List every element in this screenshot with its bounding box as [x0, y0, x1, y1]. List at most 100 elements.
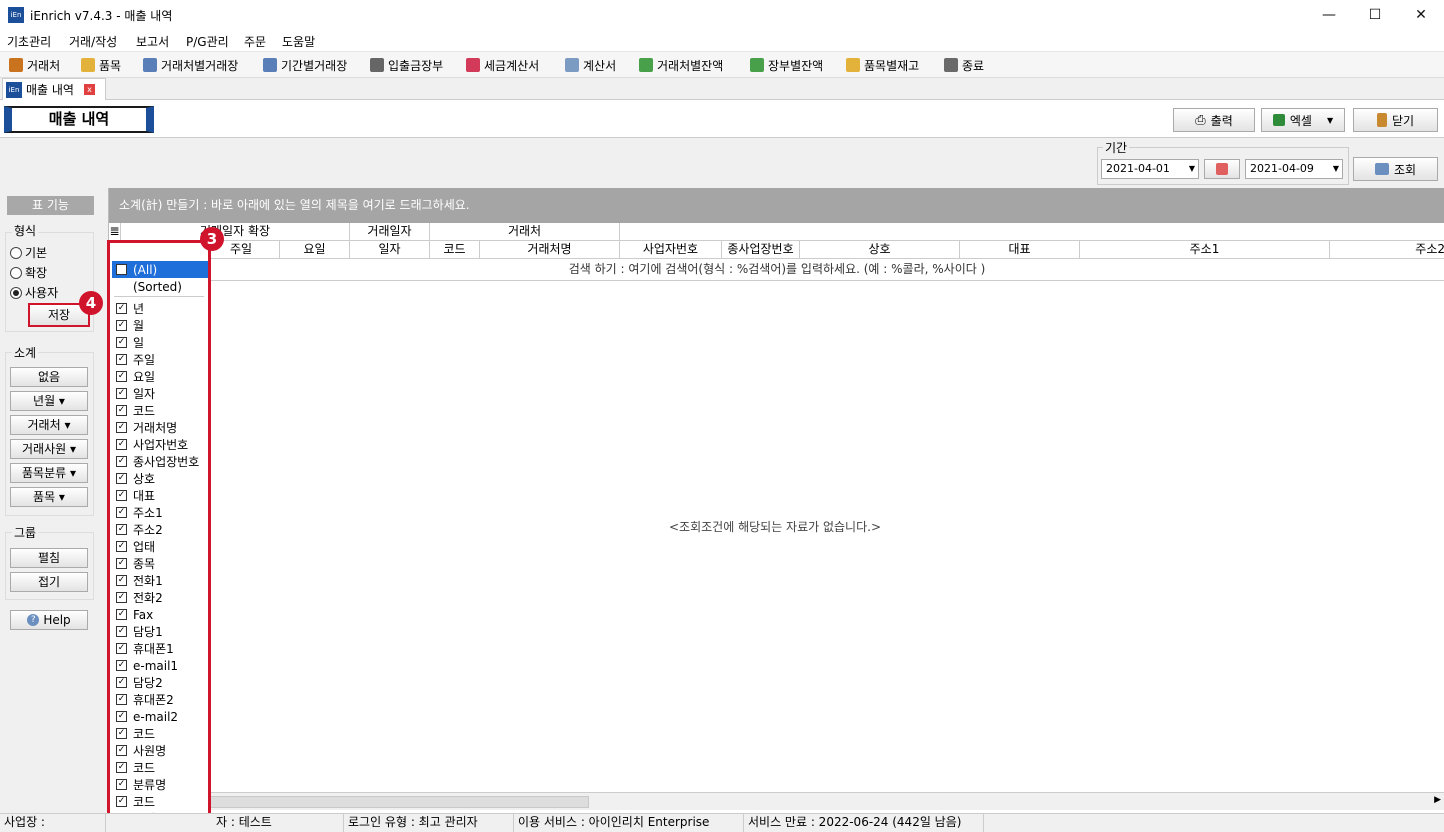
chooser-item[interactable]: ✓ Fax: [112, 606, 208, 623]
chooser-sorted[interactable]: (Sorted): [112, 278, 208, 295]
chooser-item[interactable]: ✓ e-mail2: [112, 708, 208, 725]
date-from-field[interactable]: 2021-04-01 ▼: [1101, 159, 1199, 179]
toolbar-client-button[interactable]: 거래처: [9, 56, 60, 74]
col-client-name[interactable]: 거래처명: [480, 241, 620, 259]
print-button[interactable]: ⎙ 출력: [1173, 108, 1255, 132]
excel-button[interactable]: 엑셀 ▼: [1261, 108, 1345, 132]
close-window-button[interactable]: ✕: [1398, 0, 1444, 30]
chooser-item[interactable]: ✓ 휴대폰1: [112, 640, 208, 657]
toolbar-period-ledger-button[interactable]: 기간별거래장: [263, 56, 347, 74]
toolbar-exit-button[interactable]: 종료: [944, 56, 984, 74]
side-panel: 표 기능 형식 기본 확장 사용자 저장 4 소계 없음 년월 ▾ 거래처 ▾ …: [2, 188, 103, 813]
horizontal-scrollbar[interactable]: ▶: [109, 792, 1444, 810]
chooser-item[interactable]: ✓ 코드: [112, 759, 208, 776]
chooser-item[interactable]: ✓ 종사업장번호: [112, 453, 208, 470]
subtotal-category-button[interactable]: 품목분류 ▾: [10, 463, 88, 483]
chooser-item[interactable]: ✓ 주소1: [112, 504, 208, 521]
chooser-item[interactable]: ✓ 담당2: [112, 674, 208, 691]
toolbar: 거래처 품목 거래처별거래장 기간별거래장 입출금장부 세금계산서 계산서 거래…: [0, 52, 1444, 78]
chooser-item[interactable]: ✓ 전화1: [112, 572, 208, 589]
table-function-header: 표 기능: [7, 196, 94, 215]
collapse-button[interactable]: 접기: [10, 572, 88, 592]
col-sub-business-number[interactable]: 종사업장번호: [722, 241, 800, 259]
chooser-item[interactable]: ✓ 상호: [112, 470, 208, 487]
subtotal-yearmonth-button[interactable]: 년월 ▾: [10, 391, 88, 411]
col-trade-name[interactable]: 상호: [800, 241, 960, 259]
radio-user[interactable]: 사용자: [10, 284, 58, 301]
chooser-item[interactable]: ✓ 담당1: [112, 623, 208, 640]
chooser-all[interactable]: ✓ (All): [112, 261, 208, 278]
subtotal-client-button[interactable]: 거래처 ▾: [10, 415, 88, 435]
minimize-button[interactable]: —: [1306, 0, 1352, 30]
chooser-item[interactable]: ✓ 분류명: [112, 776, 208, 793]
tab-sales-history[interactable]: iEn 매출 내역 x: [2, 78, 106, 100]
radio-basic[interactable]: 기본: [10, 244, 47, 261]
menu-trade[interactable]: 거래/작성: [69, 33, 117, 50]
chooser-item[interactable]: ✓ 주소2: [112, 521, 208, 538]
menu-pg[interactable]: P/G관리: [186, 33, 229, 50]
chooser-item[interactable]: ✓ 코드: [112, 793, 208, 810]
col-weekday[interactable]: 요일: [280, 241, 350, 259]
col-code[interactable]: 코드: [430, 241, 480, 259]
chooser-item[interactable]: ✓ 종목: [112, 555, 208, 572]
grid-search-row[interactable]: 검색 하기 : 여기에 검색어(형식 : %검색어)를 입력하세요. (예 : …: [109, 259, 1444, 281]
tab-close-icon[interactable]: x: [83, 84, 95, 95]
col-date[interactable]: 일자: [350, 241, 430, 259]
chooser-item-label: 년: [133, 302, 145, 316]
chooser-item[interactable]: ✓ 일자: [112, 385, 208, 402]
band-client[interactable]: 거래처: [430, 223, 620, 241]
toolbar-stock-button[interactable]: 품목별재고: [846, 56, 919, 74]
toolbar-client-balance-button[interactable]: 거래처별잔액: [639, 56, 723, 74]
money-icon: [639, 58, 653, 72]
expand-button[interactable]: 펼침: [10, 548, 88, 568]
chooser-item[interactable]: ✓ 사원명: [112, 742, 208, 759]
menu-report[interactable]: 보고서: [136, 33, 169, 50]
search-button[interactable]: 조회: [1353, 157, 1438, 181]
band-date[interactable]: 거래일자: [350, 223, 430, 241]
group-by-bar[interactable]: 소계(計) 만들기 : 바로 아래에 있는 열의 제목을 여기로 드래그하세요.: [109, 188, 1444, 223]
menu-help[interactable]: 도움말: [282, 33, 315, 50]
band-date-expand[interactable]: 거래일자 확장: [121, 223, 350, 241]
chooser-item[interactable]: ✓ 일: [112, 334, 208, 351]
col-business-number[interactable]: 사업자번호: [620, 241, 722, 259]
chooser-item[interactable]: ✓ 사업자번호: [112, 436, 208, 453]
col-representative[interactable]: 대표: [960, 241, 1080, 259]
chooser-item[interactable]: ✓ 휴대폰2: [112, 691, 208, 708]
calendar-button[interactable]: [1204, 159, 1240, 179]
toolbar-book-balance-button[interactable]: 장부별잔액: [750, 56, 823, 74]
chooser-item[interactable]: ✓ 전화2: [112, 589, 208, 606]
chooser-item[interactable]: ✓ 거래처명: [112, 419, 208, 436]
subtotal-staff-button[interactable]: 거래사원 ▾: [10, 439, 88, 459]
toolbar-client-ledger-button[interactable]: 거래처별거래장: [143, 56, 238, 74]
toolbar-tax-invoice-button[interactable]: 세금계산서: [466, 56, 539, 74]
chooser-item[interactable]: ✓ 년: [112, 300, 208, 317]
subtotal-item-button[interactable]: 품목 ▾: [10, 487, 88, 507]
toolbar-bill-button[interactable]: 계산서: [565, 56, 616, 74]
scroll-right-icon[interactable]: ▶: [1434, 795, 1441, 805]
chooser-item[interactable]: ✓ 요일: [112, 368, 208, 385]
help-button[interactable]: ? Help: [10, 610, 88, 630]
chooser-item[interactable]: ✓ 주일: [112, 351, 208, 368]
chooser-item[interactable]: ✓ e-mail1: [112, 657, 208, 674]
chooser-item[interactable]: ✓ 대표: [112, 487, 208, 504]
maximize-button[interactable]: ☐: [1352, 0, 1398, 30]
subtotal-none-button[interactable]: 없음: [10, 367, 88, 387]
close-button[interactable]: 닫기: [1353, 108, 1438, 132]
chooser-item-label: 거래처명: [133, 421, 178, 435]
column-chooser-icon[interactable]: ≣: [109, 223, 121, 241]
radio-expand[interactable]: 확장: [10, 264, 47, 281]
scrollbar-thumb[interactable]: [209, 796, 589, 808]
ledger-icon: [143, 58, 157, 72]
menu-basic[interactable]: 기초관리: [7, 33, 51, 50]
chooser-item[interactable]: ✓ 업태: [112, 538, 208, 555]
date-to-field[interactable]: 2021-04-09 ▼: [1245, 159, 1343, 179]
col-address1[interactable]: 주소1: [1080, 241, 1330, 259]
col-address2[interactable]: 주소2: [1330, 241, 1444, 259]
toolbar-item-button[interactable]: 품목: [81, 56, 121, 74]
chooser-item[interactable]: ✓ 코드: [112, 725, 208, 742]
chooser-item-label: 주소1: [133, 506, 163, 520]
menu-order[interactable]: 주문: [244, 33, 266, 50]
chooser-item[interactable]: ✓ 코드: [112, 402, 208, 419]
chooser-item[interactable]: ✓ 월: [112, 317, 208, 334]
toolbar-cashbook-button[interactable]: 입출금장부: [370, 56, 443, 74]
